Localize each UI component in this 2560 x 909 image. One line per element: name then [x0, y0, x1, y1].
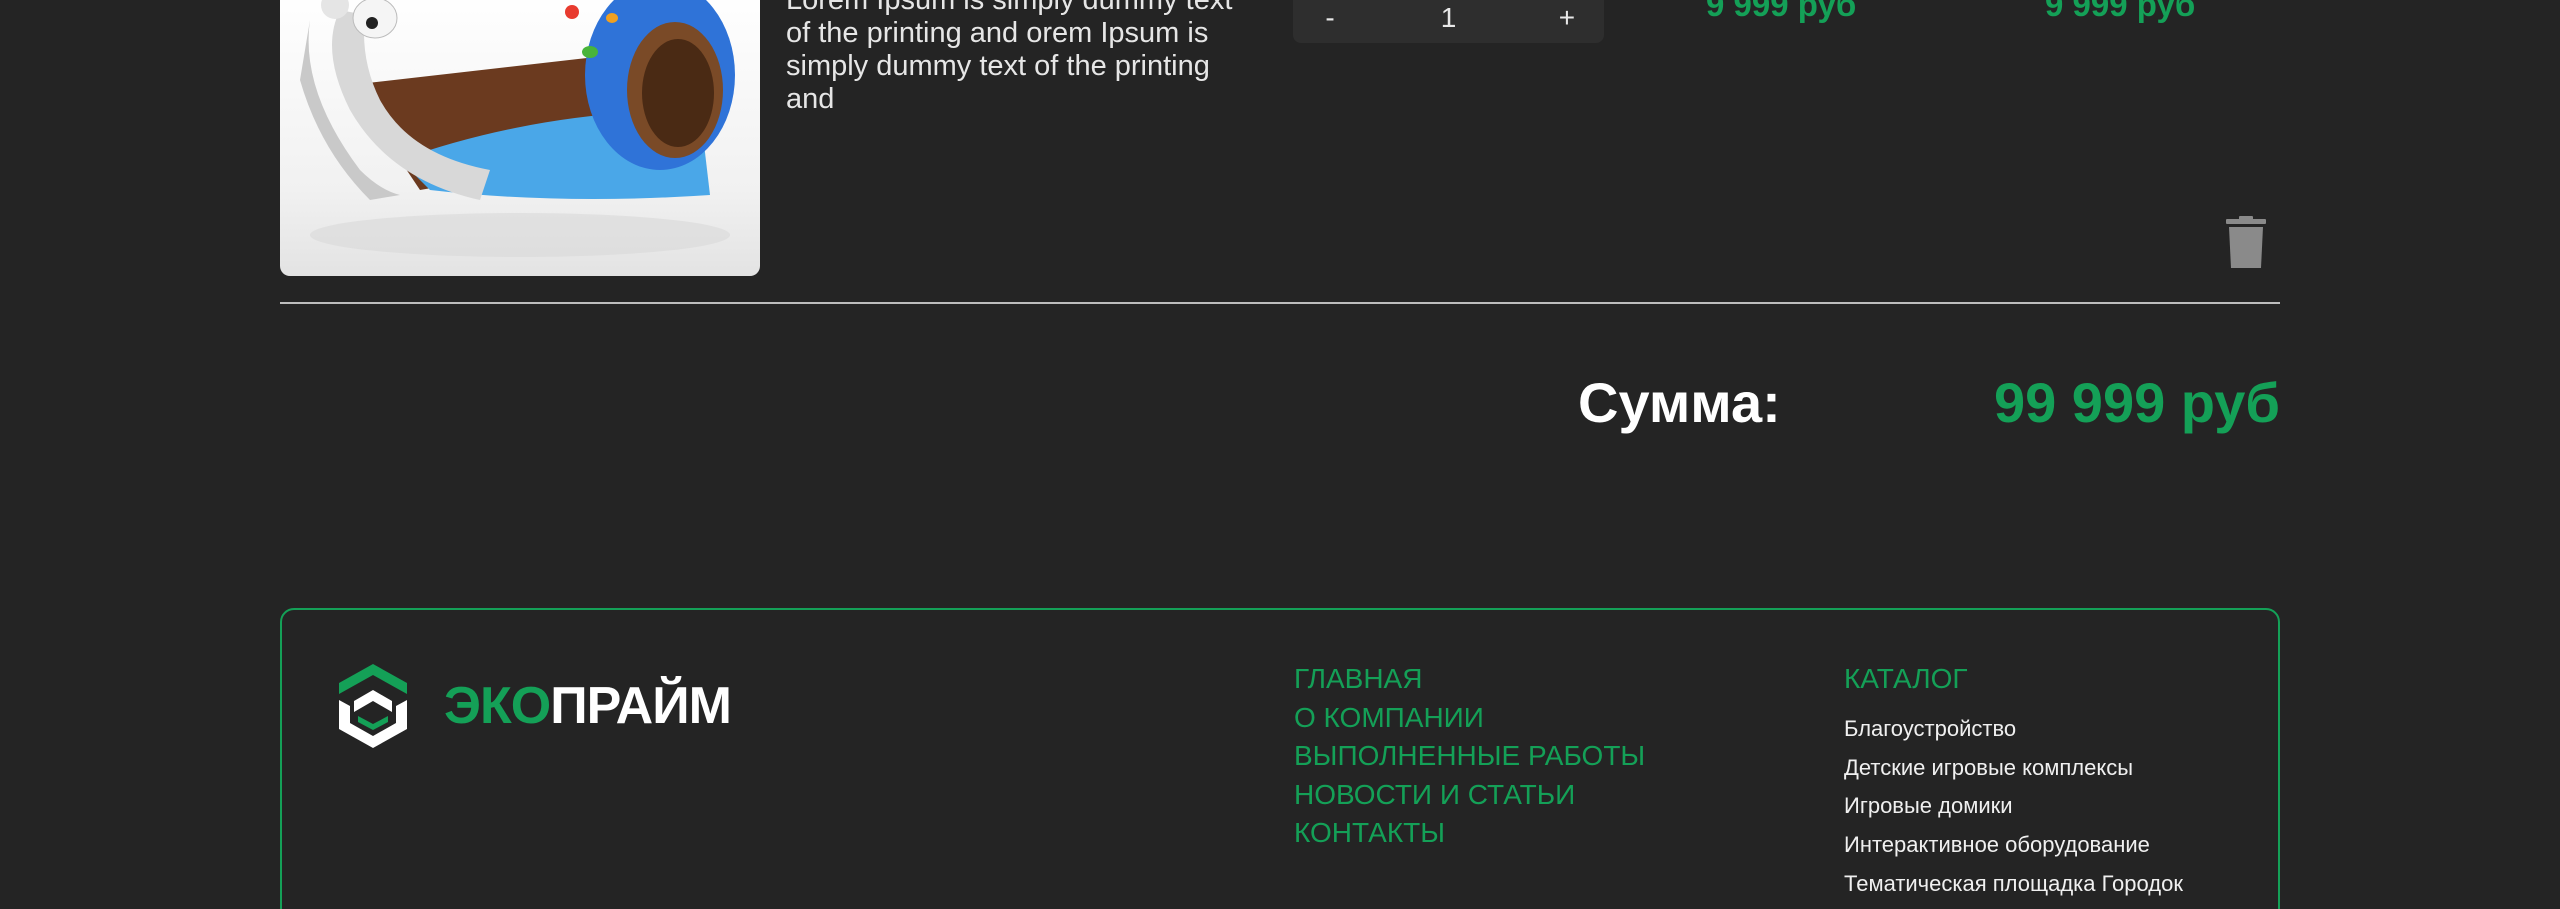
catalog-item[interactable]: Интерактивное оборудование — [1844, 826, 2183, 865]
logo-text: ЭКОПРАЙМ — [444, 676, 732, 736]
catalog-list: Благоустройство Детские игровые комплекс… — [1844, 710, 2183, 904]
catalog-item[interactable]: Игровые домики — [1844, 787, 2183, 826]
nav-link-contacts[interactable]: Контакты — [1294, 814, 1645, 853]
increment-button[interactable]: + — [1554, 2, 1580, 34]
logo-prime: ПРАЙМ — [550, 677, 732, 735]
product-image[interactable] — [280, 0, 760, 276]
footer-nav: Главная О компании Выполненные работы Но… — [1294, 660, 1645, 853]
cart-page: Lorem Ipsum is simply dummy text of the … — [0, 0, 2560, 909]
unit-price: 9 999 руб — [1706, 0, 1857, 23]
catalog-item[interactable]: Детские игровые комплексы — [1844, 749, 2183, 788]
item-total-price: 9 999 руб — [2045, 0, 2196, 23]
logo-eco: ЭКО — [444, 677, 551, 735]
quantity-stepper[interactable]: - 1 + — [1293, 0, 1604, 43]
sum-value: 99 999 руб — [1993, 371, 2280, 434]
nav-link-news[interactable]: Новости и статьи — [1294, 776, 1645, 815]
divider — [280, 302, 2280, 304]
catalog-item[interactable]: Тематическая площадка Городок — [1844, 865, 2183, 904]
trash-icon[interactable] — [2226, 216, 2266, 268]
nav-link-works[interactable]: Выполненные работы — [1294, 737, 1645, 776]
logo[interactable]: ЭКОПРАЙМ — [332, 660, 732, 752]
footer: ЭКОПРАЙМ Главная О компании Выполненные … — [280, 608, 2280, 909]
footer-catalog: Каталог Благоустройство Детские игровые … — [1844, 660, 2183, 904]
nav-link-about[interactable]: О компании — [1294, 699, 1645, 738]
catalog-item[interactable]: Благоустройство — [1844, 710, 2183, 749]
catalog-title-link[interactable]: Каталог — [1844, 660, 2183, 698]
logo-hexagon-icon — [339, 664, 407, 748]
nav-link-home[interactable]: Главная — [1294, 660, 1645, 699]
sum-label: Сумма: — [1578, 371, 1781, 434]
decrement-button[interactable]: - — [1317, 2, 1343, 34]
snail-slide-illustration — [300, 0, 735, 257]
quantity-value: 1 — [1440, 1, 1457, 33]
product-description: Lorem Ipsum is simply dummy text of the … — [786, 0, 1233, 115]
